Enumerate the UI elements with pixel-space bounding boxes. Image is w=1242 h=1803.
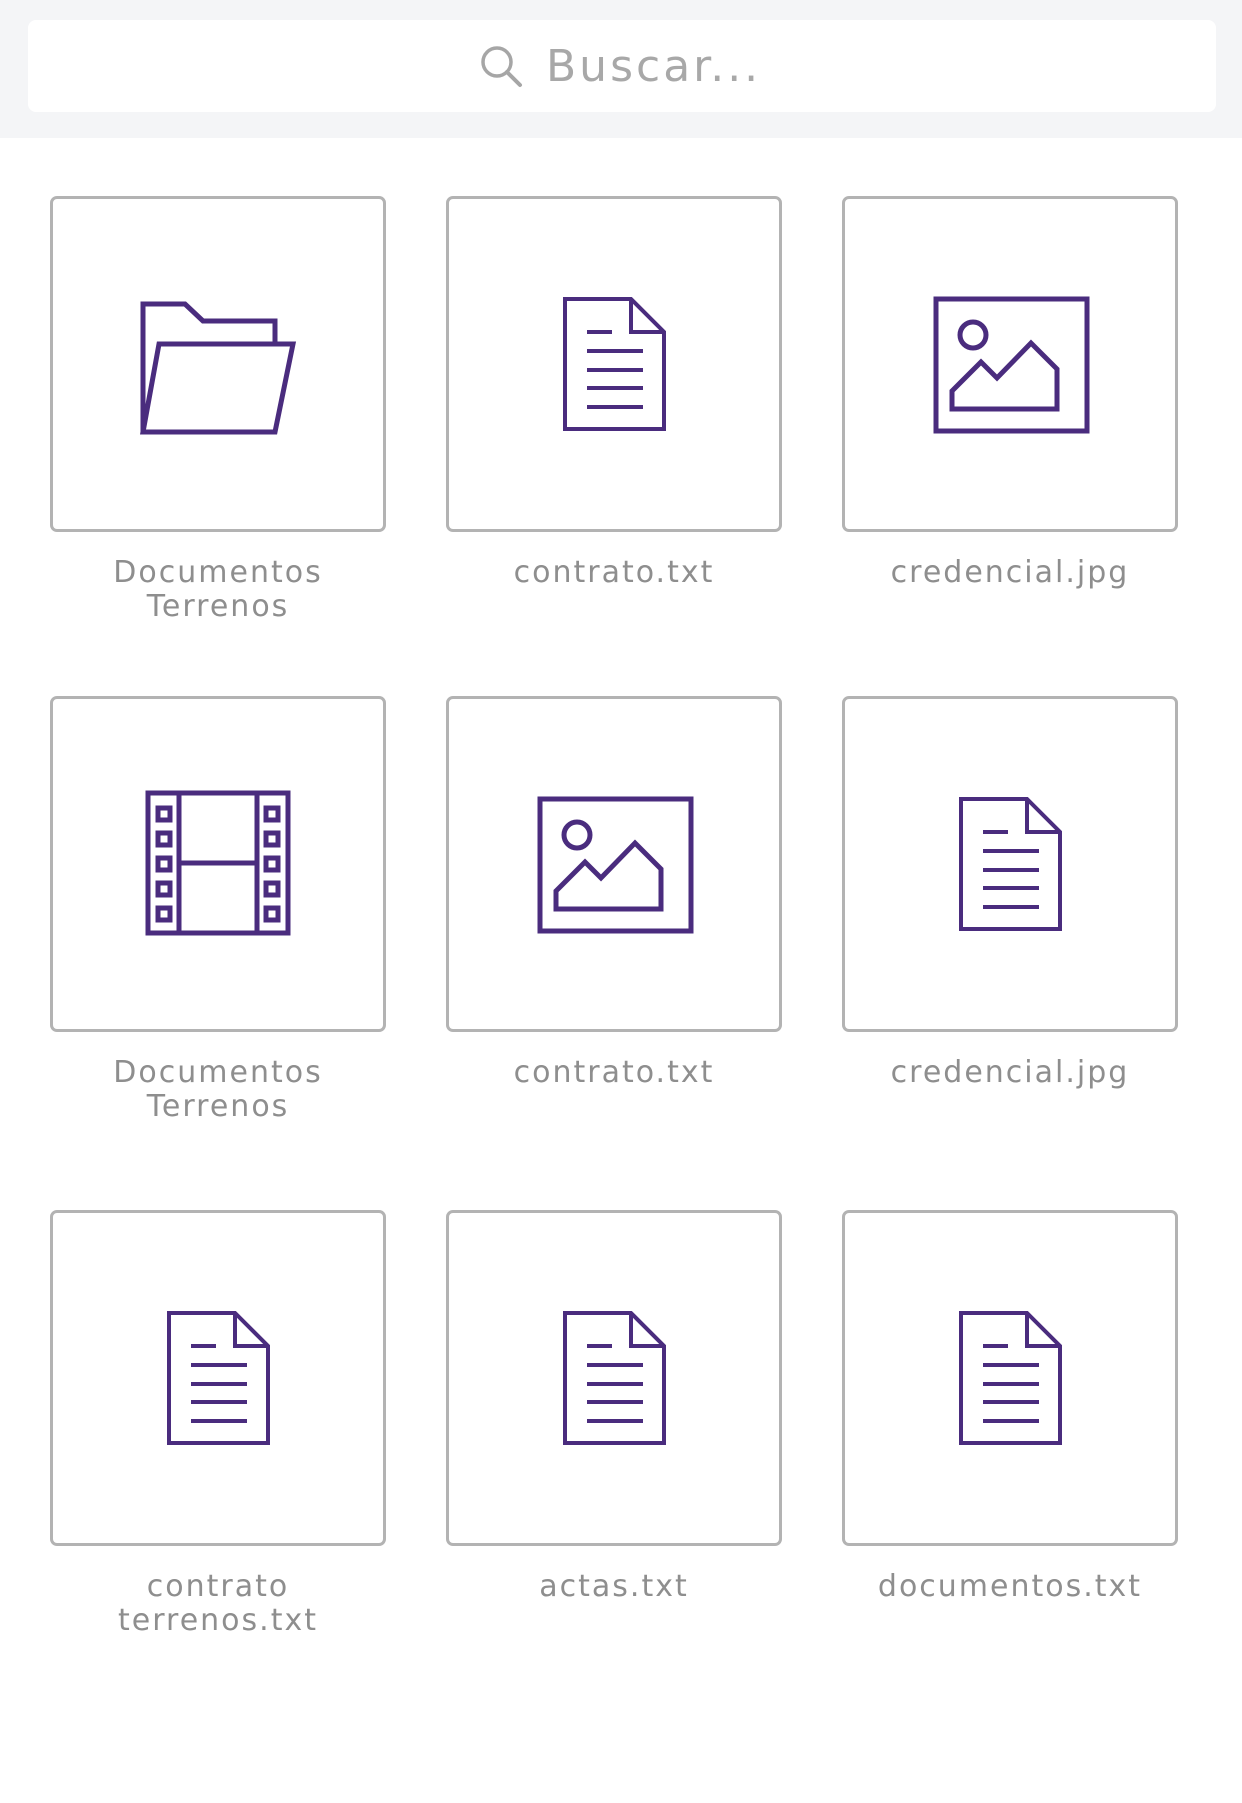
document-icon [167,1311,270,1445]
file-grid: Documentos Terrenos contrato.txt credenc… [0,0,1242,1803]
file-label: credencial.jpg [890,1055,1130,1090]
document-icon [959,797,1062,931]
video-icon [145,790,291,936]
image-icon [537,796,694,934]
file-tile-thumbnail[interactable] [842,696,1178,1032]
document-icon [563,1311,666,1445]
image-icon [933,296,1090,434]
folder-icon [140,301,297,435]
file-tile-thumbnail[interactable] [446,696,782,1032]
file-tile-thumbnail[interactable] [842,196,1178,532]
file-label: actas.txt [539,1569,689,1604]
file-label: Documentos Terrenos [113,1055,323,1124]
file-tile-thumbnail[interactable] [50,196,386,532]
file-label: contrato.txt [513,1055,715,1090]
document-icon [959,1311,1062,1445]
file-label: contrato terrenos.txt [118,1569,318,1638]
file-label: documentos.txt [877,1569,1143,1604]
file-tile-thumbnail[interactable] [446,1210,782,1546]
file-tile-thumbnail[interactable] [50,1210,386,1546]
file-label: contrato.txt [513,555,715,590]
file-label: credencial.jpg [890,555,1130,590]
document-icon [563,297,666,431]
file-tile-thumbnail[interactable] [842,1210,1178,1546]
file-tile-thumbnail[interactable] [446,196,782,532]
file-tile-thumbnail[interactable] [50,696,386,1032]
file-label: Documentos Terrenos [113,555,323,624]
